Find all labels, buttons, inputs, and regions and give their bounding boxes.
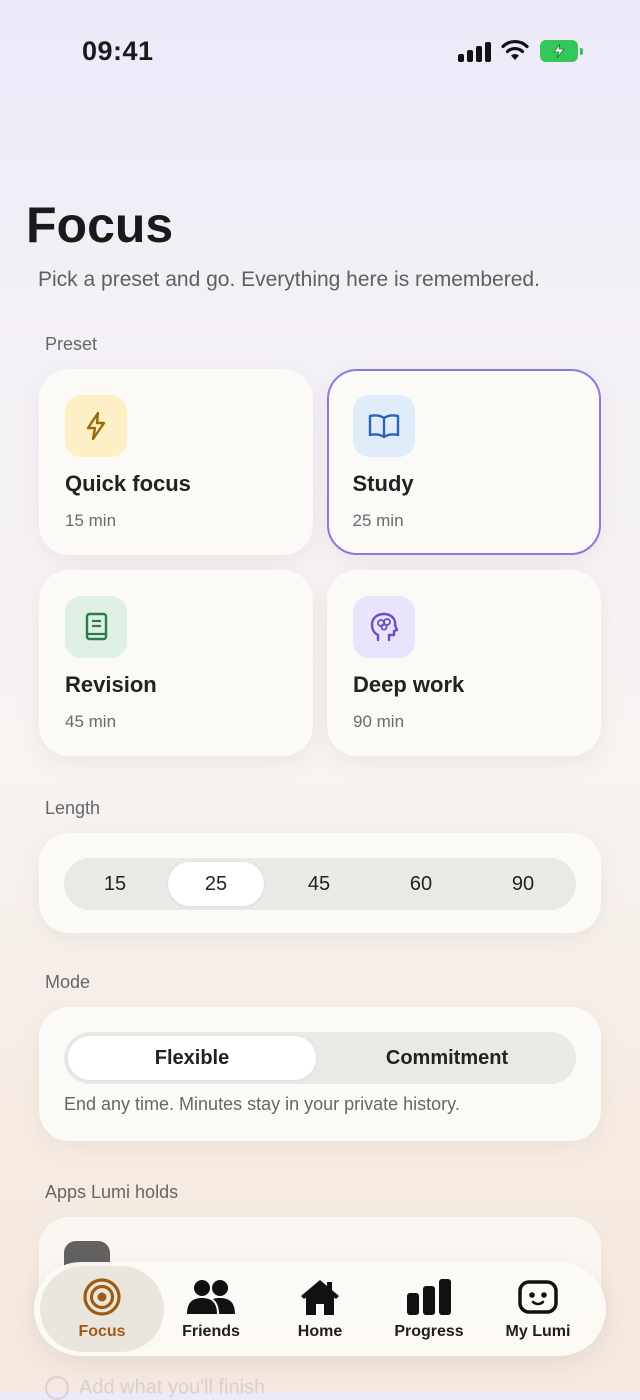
tab-bar: Focus Friends Home Progress My Lumi xyxy=(34,1262,606,1356)
preset-duration: 90 min xyxy=(353,712,405,731)
length-option-25[interactable]: 25 xyxy=(168,862,264,906)
tab-home[interactable]: Home xyxy=(265,1262,375,1356)
preset-duration: 25 min xyxy=(352,510,404,530)
preset-name: Study xyxy=(352,470,414,496)
preset-duration: 45 min xyxy=(65,712,117,731)
length-section-label: Length xyxy=(45,798,101,818)
preset-card-quick-focus[interactable]: Quick focus 15 min xyxy=(39,369,313,555)
status-bar: 09:41 xyxy=(0,0,640,100)
mode-description: End any time. Minutes stay in your priva… xyxy=(64,1094,460,1114)
wifi-icon xyxy=(500,38,530,67)
tab-label: Focus xyxy=(78,1323,126,1340)
page-title: Focus xyxy=(26,197,174,253)
preset-name: Quick focus xyxy=(65,471,191,496)
add-task-hint[interactable]: Add what you'll finish xyxy=(45,1376,265,1400)
people-icon xyxy=(156,1276,266,1318)
brain-head-icon xyxy=(353,596,415,658)
mode-option-commitment[interactable]: Commitment xyxy=(320,1036,574,1080)
add-task-label: Add what you'll finish xyxy=(79,1376,266,1399)
length-option-15[interactable]: 15 xyxy=(64,862,166,906)
plus-circle-icon xyxy=(45,1376,69,1400)
length-option-45[interactable]: 45 xyxy=(268,862,370,906)
preset-name: Deep work xyxy=(353,672,465,697)
mode-segmented-control: Flexible Commitment xyxy=(64,1032,576,1084)
house-icon xyxy=(265,1276,375,1318)
tab-my-lumi[interactable]: My Lumi xyxy=(483,1262,593,1356)
preset-name: Revision xyxy=(65,672,157,697)
target-icon xyxy=(40,1276,164,1318)
mode-section-label: Mode xyxy=(45,972,91,992)
battery-charging-icon xyxy=(540,40,583,62)
tab-label: Progress xyxy=(394,1323,464,1340)
preset-section-label: Preset xyxy=(45,334,98,354)
lightning-icon xyxy=(65,395,127,457)
bar-chart-icon xyxy=(374,1276,484,1318)
tab-focus[interactable]: Focus xyxy=(40,1266,164,1352)
mode-option-flexible[interactable]: Flexible xyxy=(68,1036,316,1080)
preset-duration: 15 min xyxy=(65,511,117,530)
tab-label: My Lumi xyxy=(505,1323,571,1340)
preset-card-deep-work[interactable]: Deep work 90 min xyxy=(327,570,601,756)
book-open-icon xyxy=(352,394,415,457)
apps-section-label: Apps Lumi holds xyxy=(45,1182,179,1202)
notebook-icon xyxy=(65,596,127,658)
length-option-60[interactable]: 60 xyxy=(370,862,472,906)
lumi-face-icon xyxy=(483,1276,593,1318)
mode-card: Flexible Commitment End any time. Minute… xyxy=(39,1007,601,1141)
length-option-90[interactable]: 90 xyxy=(472,862,574,906)
length-card: 15 25 45 60 90 xyxy=(39,833,601,933)
length-segmented-control: 15 25 45 60 90 xyxy=(64,858,576,910)
tab-label: Home xyxy=(297,1323,343,1340)
tab-label: Friends xyxy=(182,1323,240,1340)
tab-friends[interactable]: Friends xyxy=(156,1262,266,1356)
preset-card-revision[interactable]: Revision 45 min xyxy=(39,570,313,756)
status-time: 09:41 xyxy=(82,36,154,66)
tab-progress[interactable]: Progress xyxy=(374,1262,484,1356)
preset-card-study[interactable]: Study 25 min xyxy=(327,369,601,555)
page-subtitle: Pick a preset and go. Everything here is… xyxy=(38,268,540,291)
cellular-signal-icon xyxy=(458,40,492,62)
